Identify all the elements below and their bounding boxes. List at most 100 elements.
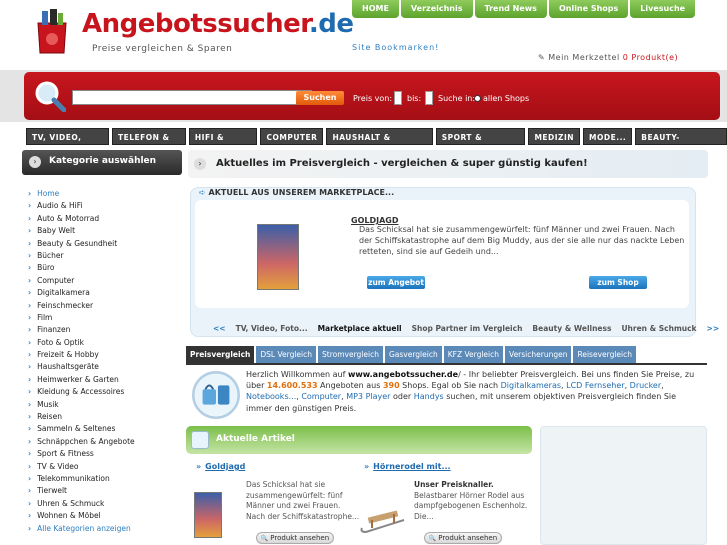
price-to-label: bis: bbox=[407, 94, 422, 103]
category-sport-freizeit[interactable]: SPORT & FREIZEIT bbox=[435, 128, 526, 159]
price-to-input[interactable] bbox=[425, 91, 433, 105]
book-cover-image[interactable] bbox=[257, 224, 299, 290]
sidebar-item[interactable]: Tierwelt bbox=[28, 485, 183, 497]
price-from-label: Preis von: bbox=[353, 94, 393, 103]
search-button[interactable]: Suchen bbox=[296, 91, 344, 105]
sidebar-item[interactable]: Sport & Fitness bbox=[28, 448, 183, 460]
sidebar-header: › Kategorie auswählen bbox=[22, 150, 182, 175]
article-title[interactable]: Goldjagd bbox=[196, 462, 245, 471]
sidebar-item[interactable]: Schnäppchen & Angebote bbox=[28, 436, 183, 448]
sidebar-item[interactable]: Film bbox=[28, 312, 183, 324]
article-image[interactable] bbox=[194, 492, 222, 538]
tab-versicherungen[interactable]: Versicherungen bbox=[505, 346, 572, 363]
sidebar-item[interactable]: Foto & Optik bbox=[28, 337, 183, 349]
price-from-input[interactable] bbox=[394, 91, 402, 105]
logo-text: Angebotssucher.de bbox=[82, 9, 354, 39]
search-bar: Suchen Preis von: bis: Suche in: allen S… bbox=[0, 70, 727, 122]
article-card: Goldjagd Das Schicksal hat sie zusammeng… bbox=[186, 460, 360, 545]
shop-icon bbox=[192, 371, 240, 419]
nav-home[interactable]: HOME bbox=[352, 0, 399, 18]
link-lcd[interactable]: LCD Fernseher bbox=[566, 381, 624, 390]
sidebar-item[interactable]: Büro bbox=[28, 262, 183, 274]
main-header: › Aktuelles im Preisvergleich - vergleic… bbox=[188, 150, 708, 178]
link-digitalkameras[interactable]: Digitalkameras bbox=[501, 381, 561, 390]
link-notebooks[interactable]: Notebooks... bbox=[246, 392, 296, 401]
nav-trend-news[interactable]: Trend News bbox=[474, 0, 547, 18]
tab-kfz[interactable]: KFZ Vergleich bbox=[443, 346, 504, 363]
link-drucker[interactable]: Drucker bbox=[630, 381, 661, 390]
sled-image[interactable] bbox=[358, 498, 408, 538]
tab-marketplace[interactable]: Marketplace aktuell bbox=[318, 324, 402, 333]
merkzettel-count: 0 Produkt(e) bbox=[622, 53, 679, 62]
bookmark-link[interactable]: Site Bookmarken! bbox=[352, 43, 439, 52]
sidebar-item[interactable]: Sammeln & Seltenes bbox=[28, 423, 183, 435]
sidebar-item[interactable]: Audio & HiFi bbox=[28, 200, 183, 212]
search-input[interactable] bbox=[72, 90, 312, 105]
sidebar-item[interactable]: Musik bbox=[28, 399, 183, 411]
sidebar-item[interactable]: Telekommunikation bbox=[28, 473, 183, 485]
article-desc: Das Schicksal hat sie zusammengewürfelt:… bbox=[246, 480, 360, 521]
sidebar-item[interactable]: Reisen bbox=[28, 411, 183, 423]
tab-tv-video-foto[interactable]: TV, Video, Foto... bbox=[236, 324, 308, 333]
category-mode[interactable]: MODE... bbox=[583, 128, 633, 145]
sidebar-item[interactable]: Bücher bbox=[28, 250, 183, 262]
sidebar-item[interactable]: Freizeit & Hobby bbox=[28, 349, 183, 361]
sidebar-item[interactable]: Computer bbox=[28, 275, 183, 287]
offer-button[interactable]: zum Angebot bbox=[367, 276, 425, 289]
sidebar-item[interactable]: Heimwerker & Garten bbox=[28, 374, 183, 386]
page-title: Aktuelles im Preisvergleich - vergleiche… bbox=[216, 158, 588, 169]
category-hifi-audio[interactable]: HIFI & AUDIO bbox=[188, 128, 258, 159]
tab-reise[interactable]: Reisevergleich bbox=[573, 346, 636, 363]
sidebar-item-home[interactable]: Home bbox=[28, 188, 183, 200]
tab-beauty-wellness[interactable]: Beauty & Wellness bbox=[532, 324, 611, 333]
tagline: Preise vergleichen & Sparen bbox=[92, 44, 233, 54]
articles-header: Aktuelle Artikel bbox=[186, 426, 532, 454]
sidebar-item-all-categories[interactable]: Alle Kategorien anzeigen bbox=[28, 523, 183, 535]
sidebar-item[interactable]: Baby Welt bbox=[28, 225, 183, 237]
sidebar-item[interactable]: Digitalkamera bbox=[28, 287, 183, 299]
category-tv-video-foto[interactable]: TV, VIDEO, FOTO bbox=[26, 128, 109, 159]
tabs-next-button[interactable]: >> bbox=[707, 324, 720, 333]
link-handys[interactable]: Handys bbox=[414, 392, 444, 401]
tab-dsl[interactable]: DSL Vergleich bbox=[256, 346, 317, 363]
sidebar-item[interactable]: Uhren & Schmuck bbox=[28, 498, 183, 510]
link-mp3[interactable]: MP3 Player bbox=[346, 392, 390, 401]
marketplace-content: GOLDJAGD Das Schicksal hat sie zusammeng… bbox=[195, 200, 689, 308]
top-navigation: HOME Verzeichnis Trend News Online Shops… bbox=[352, 0, 696, 18]
category-computer[interactable]: COMPUTER bbox=[260, 128, 324, 145]
tab-gas[interactable]: Gasvergleich bbox=[384, 346, 442, 363]
merkzettel[interactable]: ✎ Mein Merkzettel 0 Produkt(e) bbox=[538, 53, 678, 62]
welcome-text: Herzlich Willkommen auf www.angebotssuch… bbox=[246, 370, 695, 413]
logo[interactable]: Angebotssucher.de Preise vergleichen & S… bbox=[30, 5, 354, 60]
all-shops-radio[interactable] bbox=[474, 95, 481, 102]
sidebar-item[interactable]: Feinschmecker bbox=[28, 300, 183, 312]
sidebar-title: Kategorie auswählen bbox=[49, 156, 157, 166]
product-view-button[interactable]: Produkt ansehen bbox=[256, 532, 334, 544]
tab-shop-partner[interactable]: Shop Partner im Vergleich bbox=[412, 324, 523, 333]
nav-livesuche[interactable]: Livesuche bbox=[630, 0, 696, 18]
category-telefon[interactable]: TELEFON & CO bbox=[112, 128, 186, 159]
nav-online-shops[interactable]: Online Shops bbox=[548, 0, 629, 18]
category-medizin[interactable]: MEDIZIN bbox=[528, 128, 581, 145]
tabs-prev-button[interactable]: << bbox=[213, 324, 226, 333]
nav-verzeichnis[interactable]: Verzeichnis bbox=[400, 0, 473, 18]
category-haushalt-wohnen[interactable]: HAUSHALT & WOHNEN bbox=[326, 128, 433, 159]
link-computer[interactable]: Computer bbox=[301, 392, 341, 401]
tab-uhren-schmuck[interactable]: Uhren & Schmuck bbox=[621, 324, 696, 333]
sidebar-item[interactable]: TV & Video bbox=[28, 461, 183, 473]
all-shops-label: allen Shops bbox=[483, 94, 530, 103]
marketplace-tabs: << TV, Video, Foto... Marketplace aktuel… bbox=[213, 324, 719, 333]
sidebar-item[interactable]: Auto & Motorrad bbox=[28, 213, 183, 225]
shop-button[interactable]: zum Shop bbox=[589, 276, 647, 289]
side-panel bbox=[540, 426, 707, 545]
article-title[interactable]: Hörnerodel mit... bbox=[364, 462, 450, 471]
category-beauty-wellness[interactable]: BEAUTY-WELLNESS bbox=[635, 128, 727, 159]
product-view-button[interactable]: Produkt ansehen bbox=[424, 532, 502, 544]
sidebar-item[interactable]: Kleidung & Accessoires bbox=[28, 386, 183, 398]
tab-preisvergleich[interactable]: Preisvergleich bbox=[186, 346, 255, 363]
tab-strom[interactable]: Stromvergleich bbox=[318, 346, 383, 363]
sidebar-item[interactable]: Wohnen & Möbel bbox=[28, 510, 183, 522]
sidebar-item[interactable]: Haushaltsgeräte bbox=[28, 361, 183, 373]
sidebar-item[interactable]: Finanzen bbox=[28, 324, 183, 336]
sidebar-item[interactable]: Beauty & Gesundheit bbox=[28, 238, 183, 250]
